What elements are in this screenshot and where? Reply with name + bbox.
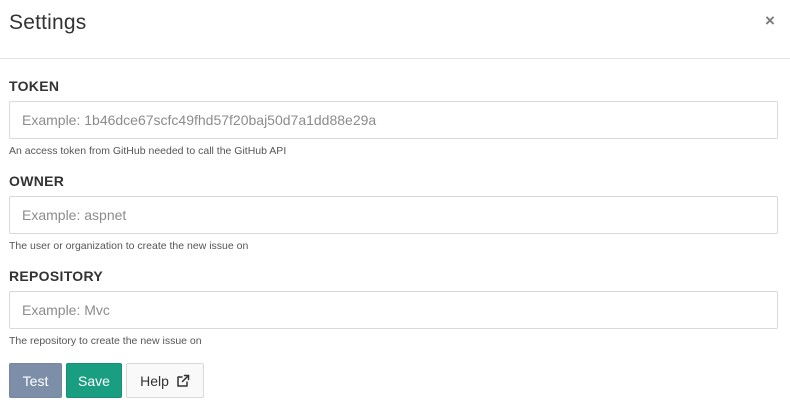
token-group: TOKEN An access token from GitHub needed…	[9, 77, 778, 158]
repository-help-text: The repository to create the new issue o…	[9, 335, 202, 347]
button-bar: Test Save Help	[9, 363, 204, 398]
test-button[interactable]: Test	[9, 363, 62, 398]
repository-label: REPOSITORY	[9, 268, 104, 284]
dialog-title: Settings	[9, 11, 87, 34]
save-button[interactable]: Save	[66, 363, 122, 398]
repository-group: REPOSITORY The repository to create the …	[9, 267, 778, 348]
external-link-icon	[177, 374, 190, 387]
help-button[interactable]: Help	[126, 363, 204, 398]
token-input[interactable]	[9, 101, 778, 139]
owner-label: OWNER	[9, 173, 65, 189]
help-button-label: Help	[140, 372, 169, 389]
owner-help-text: The user or organization to create the n…	[9, 240, 249, 252]
close-icon[interactable]: ×	[760, 10, 780, 32]
dialog-header: Settings ×	[0, 0, 790, 59]
repository-input[interactable]	[9, 291, 778, 329]
owner-group: OWNER The user or organization to create…	[9, 172, 778, 253]
token-label: TOKEN	[9, 78, 60, 94]
token-help-text: An access token from GitHub needed to ca…	[9, 145, 287, 157]
owner-input[interactable]	[9, 196, 778, 234]
settings-dialog: Settings × TOKEN An access token from Gi…	[0, 0, 790, 414]
